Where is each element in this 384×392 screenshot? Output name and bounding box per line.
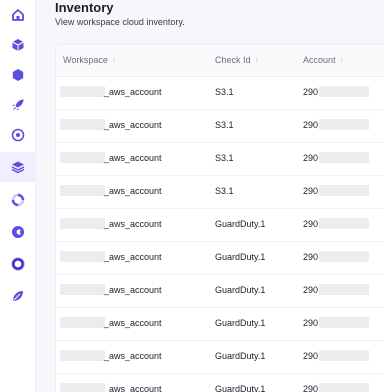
- sidebar-item-leaf[interactable]: [0, 281, 36, 311]
- cell-workspace: _aws_account: [104, 351, 162, 361]
- sidebar-item-rocket[interactable]: [0, 90, 36, 120]
- redacted-text: [319, 86, 369, 97]
- table-row[interactable]: _aws_account GuardDuty.1 290: [56, 308, 384, 341]
- cell-workspace: _aws_account: [104, 252, 162, 262]
- sort-up-icon[interactable]: ↑: [340, 55, 345, 65]
- table-row[interactable]: _aws_account S3.1 290: [56, 176, 384, 209]
- layers-icon: [11, 161, 25, 174]
- redacted-text: [60, 284, 105, 295]
- circle-logo-icon: [11, 257, 25, 271]
- cell-account: 290: [303, 186, 319, 196]
- column-label: Check Id: [215, 55, 251, 65]
- target-icon: [11, 128, 25, 142]
- cell-check-id: GuardDuty.1: [215, 351, 266, 361]
- table-header: Workspace ↑ Check Id ↑ Account ↑: [56, 45, 384, 77]
- redacted-text: [60, 152, 105, 163]
- cell-workspace: _aws_account: [104, 285, 162, 295]
- table-row[interactable]: _aws_account S3.1 290: [56, 143, 384, 176]
- redacted-text: [319, 185, 369, 196]
- cell-workspace: _aws_account: [104, 87, 162, 97]
- table-row[interactable]: _aws_account S3.1 290: [56, 77, 384, 110]
- column-header-account[interactable]: Account ↑: [303, 55, 344, 65]
- inventory-table: Workspace ↑ Check Id ↑ Account ↑ _aws_ac…: [55, 44, 384, 392]
- sidebar-item-layers[interactable]: [0, 152, 36, 182]
- cell-account: 290: [303, 87, 319, 97]
- rocket-icon: [12, 99, 24, 111]
- redacted-text: [60, 251, 105, 262]
- cell-check-id: S3.1: [215, 87, 234, 97]
- redacted-text: [319, 284, 369, 295]
- home-icon: [12, 9, 24, 21]
- sidebar-item-target[interactable]: [0, 120, 36, 150]
- cell-workspace: _aws_account: [104, 186, 162, 196]
- main-content: Inventory View workspace cloud inventory…: [36, 0, 384, 392]
- table-row[interactable]: _aws_account GuardDuty.1 290: [56, 374, 384, 392]
- redacted-text: [319, 119, 369, 130]
- redacted-text: [319, 383, 369, 392]
- sidebar-item-cube[interactable]: [0, 30, 36, 60]
- cube-icon: [12, 39, 24, 51]
- redacted-text: [60, 383, 105, 392]
- c-logo-icon: [12, 226, 24, 238]
- redacted-text: [319, 251, 369, 262]
- sidebar-item-circle-logo[interactable]: [0, 249, 36, 279]
- leaf-icon: [13, 291, 23, 301]
- cell-check-id: S3.1: [215, 153, 234, 163]
- redacted-text: [60, 218, 105, 229]
- hexagon-icon: [12, 69, 24, 81]
- cell-account: 290: [303, 120, 319, 130]
- column-header-workspace[interactable]: Workspace ↑: [63, 55, 116, 65]
- redacted-text: [60, 185, 105, 196]
- page-title: Inventory: [55, 0, 114, 15]
- cell-account: 290: [303, 351, 319, 361]
- redacted-text: [60, 86, 105, 97]
- table-row[interactable]: _aws_account GuardDuty.1 290: [56, 242, 384, 275]
- redacted-text: [60, 350, 105, 361]
- cell-workspace: _aws_account: [104, 384, 162, 392]
- sidebar: [0, 0, 36, 392]
- redacted-text: [319, 317, 369, 328]
- cell-check-id: GuardDuty.1: [215, 384, 266, 392]
- column-label: Account: [303, 55, 336, 65]
- column-header-check-id[interactable]: Check Id ↑: [215, 55, 259, 65]
- cell-workspace: _aws_account: [104, 318, 162, 328]
- cell-check-id: S3.1: [215, 186, 234, 196]
- redacted-text: [60, 317, 105, 328]
- table-row[interactable]: _aws_account GuardDuty.1 290: [56, 209, 384, 242]
- sidebar-item-home[interactable]: [0, 0, 36, 30]
- cell-workspace: _aws_account: [104, 219, 162, 229]
- cell-account: 290: [303, 153, 319, 163]
- ring-icon: [11, 193, 25, 207]
- cell-workspace: _aws_account: [104, 153, 162, 163]
- table-row[interactable]: _aws_account GuardDuty.1 290: [56, 275, 384, 308]
- sidebar-item-ring[interactable]: [0, 185, 36, 215]
- cell-account: 290: [303, 219, 319, 229]
- cell-check-id: GuardDuty.1: [215, 318, 266, 328]
- sort-up-icon[interactable]: ↑: [255, 55, 260, 65]
- cell-account: 290: [303, 318, 319, 328]
- redacted-text: [60, 119, 105, 130]
- column-label: Workspace: [63, 55, 108, 65]
- sidebar-item-c-logo[interactable]: [0, 217, 36, 247]
- sort-up-icon[interactable]: ↑: [112, 55, 117, 65]
- sidebar-item-hexagon[interactable]: [0, 60, 36, 90]
- cell-account: 290: [303, 285, 319, 295]
- page-subtitle: View workspace cloud inventory.: [55, 17, 185, 27]
- cell-workspace: _aws_account: [104, 120, 162, 130]
- redacted-text: [319, 218, 369, 229]
- cell-account: 290: [303, 252, 319, 262]
- cell-check-id: GuardDuty.1: [215, 219, 266, 229]
- cell-account: 290: [303, 384, 319, 392]
- cell-check-id: S3.1: [215, 120, 234, 130]
- redacted-text: [319, 152, 369, 163]
- cell-check-id: GuardDuty.1: [215, 252, 266, 262]
- cell-check-id: GuardDuty.1: [215, 285, 266, 295]
- table-row[interactable]: _aws_account S3.1 290: [56, 110, 384, 143]
- redacted-text: [319, 350, 369, 361]
- table-row[interactable]: _aws_account GuardDuty.1 290: [56, 341, 384, 374]
